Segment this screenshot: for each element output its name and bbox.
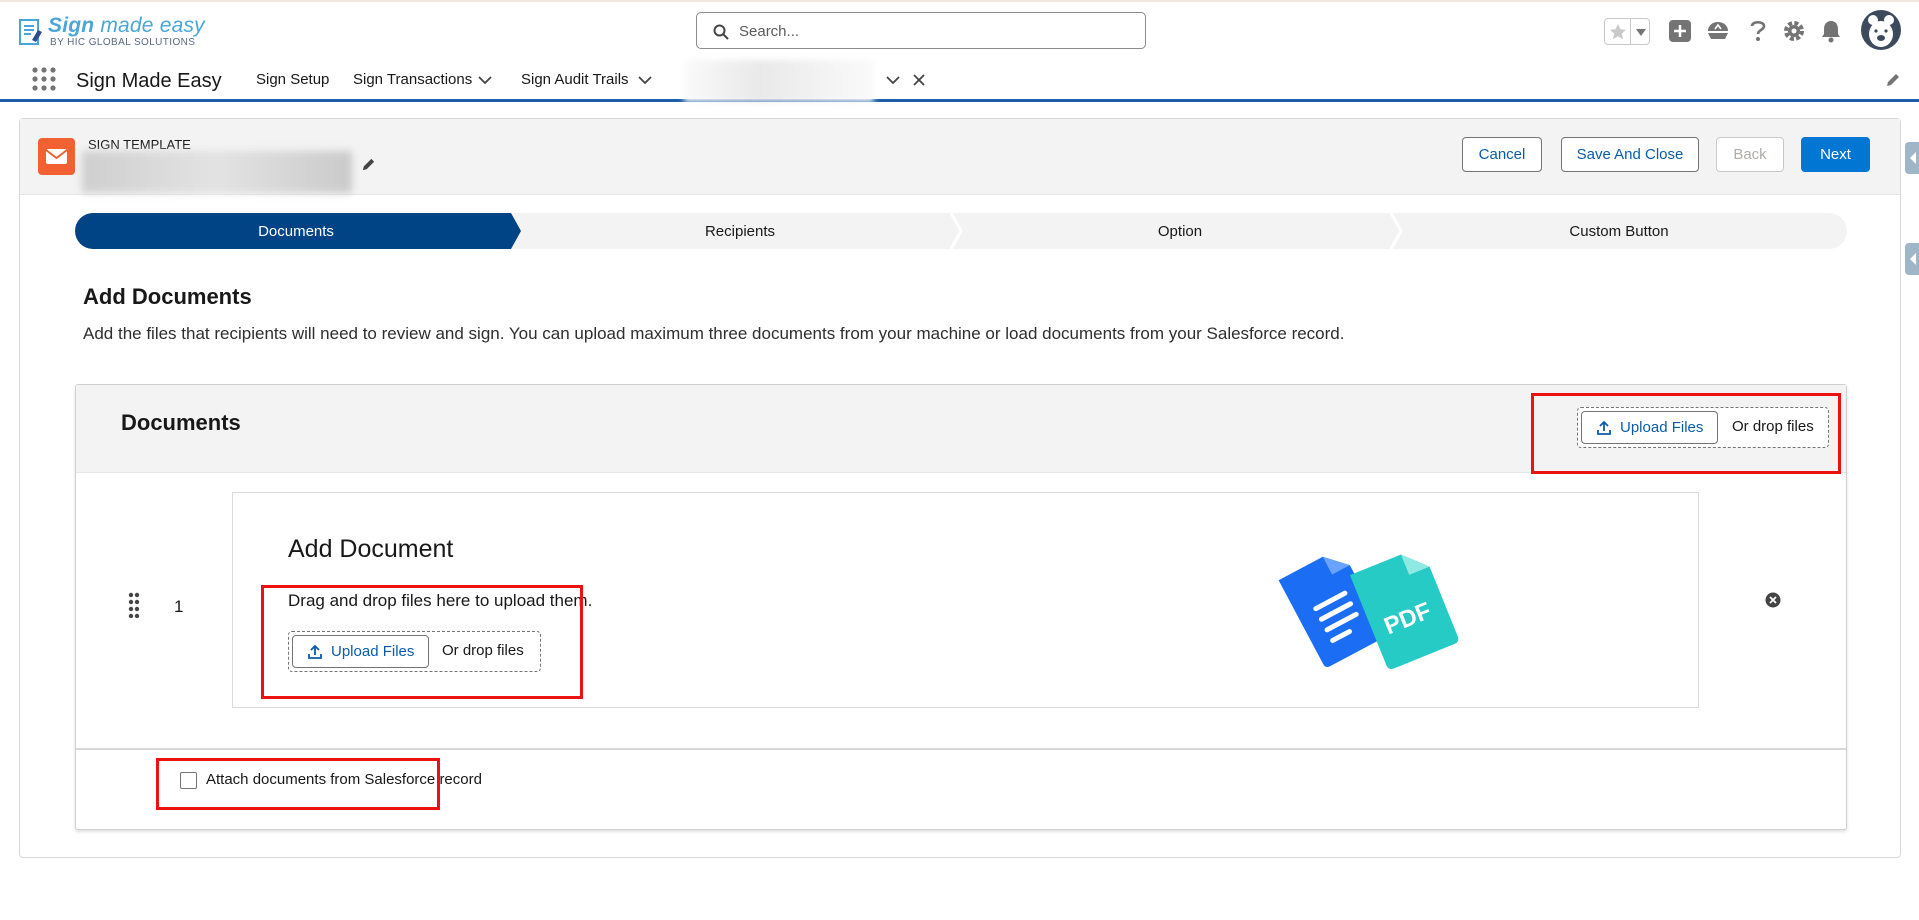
search-icon bbox=[713, 24, 729, 40]
highlight-box bbox=[261, 585, 583, 699]
add-document-card: Add Document Drag and drop files here to… bbox=[232, 492, 1699, 708]
side-panel-toggle[interactable] bbox=[1905, 142, 1919, 174]
back-button[interactable]: Back bbox=[1716, 137, 1784, 172]
chevron-down-icon[interactable] bbox=[477, 72, 493, 88]
document-row-number: 1 bbox=[174, 597, 184, 616]
template-name-redacted bbox=[82, 151, 352, 193]
documents-panel-footer: Attach documents from Salesforce record bbox=[76, 748, 1846, 830]
nav-item-sign-transactions[interactable]: Sign Transactions bbox=[353, 71, 472, 88]
section-description: Add the files that recipients will need … bbox=[83, 324, 1345, 343]
nav-item-sign-audit-trails[interactable]: Sign Audit Trails bbox=[521, 71, 629, 88]
user-avatar[interactable] bbox=[1861, 10, 1901, 50]
document-row: 1 Add Document Drag and drop files here … bbox=[76, 473, 1846, 748]
notifications-bell-icon[interactable] bbox=[1820, 19, 1842, 43]
global-search[interactable] bbox=[696, 12, 1146, 49]
section-title: Add Documents bbox=[83, 284, 252, 309]
chevron-left-icon bbox=[1910, 253, 1916, 265]
record-type-label: SIGN TEMPLATE bbox=[88, 137, 191, 152]
envelope-icon bbox=[45, 149, 68, 164]
nav-item-sign-setup[interactable]: Sign Setup bbox=[256, 71, 329, 88]
add-document-title: Add Document bbox=[288, 535, 454, 563]
avatar-bear-icon bbox=[1868, 15, 1894, 47]
document-logo-icon bbox=[19, 19, 42, 45]
help-icon[interactable] bbox=[1749, 19, 1767, 43]
highlight-box bbox=[156, 758, 440, 810]
app-navigation-bar: Sign Made Easy Sign Setup Sign Transacti… bbox=[0, 58, 1919, 102]
trailhead-icon[interactable] bbox=[1705, 19, 1731, 43]
side-panel-toggle[interactable] bbox=[1905, 243, 1919, 275]
record-header: SIGN TEMPLATE Cancel Save And Close Back… bbox=[20, 119, 1900, 195]
path-step-documents[interactable]: Documents bbox=[75, 213, 517, 249]
global-header: Sign made easy BY HIC GLOBAL SOLUTIONS bbox=[0, 0, 1919, 58]
favorites-button[interactable] bbox=[1604, 18, 1650, 45]
add-icon[interactable] bbox=[1668, 19, 1692, 43]
documents-illustration: PDF bbox=[1278, 554, 1459, 670]
template-icon bbox=[38, 138, 75, 175]
star-icon bbox=[1610, 24, 1626, 40]
edit-pencil-icon[interactable] bbox=[361, 157, 376, 172]
drag-handle-icon[interactable] bbox=[128, 592, 140, 618]
documents-panel-title: Documents bbox=[121, 410, 241, 435]
chevron-down-icon[interactable] bbox=[885, 72, 901, 88]
app-launcher-waffle-icon[interactable] bbox=[31, 66, 57, 92]
documents-panel: Documents Upload Files Or drop files 1 A… bbox=[75, 384, 1847, 830]
progress-path: Documents Recipients Option Custom Butto… bbox=[75, 213, 1847, 249]
highlight-box bbox=[1531, 393, 1841, 474]
next-button[interactable]: Next bbox=[1801, 137, 1870, 172]
close-tab-icon[interactable] bbox=[912, 73, 926, 87]
edit-nav-pencil-icon[interactable] bbox=[1885, 72, 1901, 88]
chevron-left-icon bbox=[1910, 152, 1916, 164]
logo-subtitle: BY HIC GLOBAL SOLUTIONS bbox=[50, 37, 196, 48]
app-name: Sign Made Easy bbox=[76, 70, 222, 92]
path-step-option[interactable]: Option bbox=[961, 213, 1399, 249]
cancel-button[interactable]: Cancel bbox=[1462, 137, 1542, 172]
open-record-tab-redacted[interactable] bbox=[684, 60, 874, 102]
caret-down-icon bbox=[1636, 29, 1646, 36]
path-step-recipients[interactable]: Recipients bbox=[521, 213, 959, 249]
chevron-down-icon[interactable] bbox=[637, 72, 653, 88]
documents-panel-header: Documents Upload Files Or drop files bbox=[76, 385, 1846, 474]
remove-document-icon[interactable] bbox=[1765, 592, 1781, 608]
path-step-custom-button[interactable]: Custom Button bbox=[1401, 213, 1837, 249]
sign-template-card: SIGN TEMPLATE Cancel Save And Close Back… bbox=[19, 118, 1901, 858]
save-and-close-button[interactable]: Save And Close bbox=[1561, 137, 1699, 172]
logo-title: Sign made easy bbox=[48, 14, 205, 37]
setup-gear-icon[interactable] bbox=[1782, 19, 1806, 43]
app-logo[interactable]: Sign made easy BY HIC GLOBAL SOLUTIONS bbox=[18, 14, 208, 50]
search-input[interactable] bbox=[739, 21, 1129, 41]
